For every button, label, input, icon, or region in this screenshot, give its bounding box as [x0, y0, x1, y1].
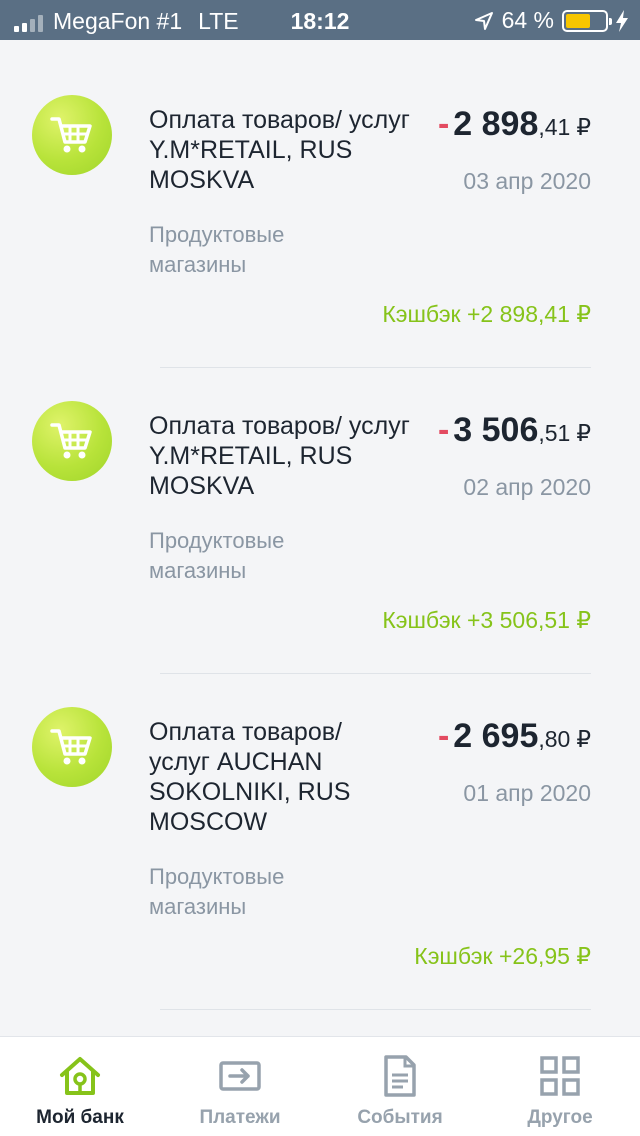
- payments-icon: [219, 1061, 261, 1091]
- tab-my-bank[interactable]: Мой банк: [0, 1037, 160, 1136]
- transaction-amount: -2 695,80 ₽: [437, 717, 591, 755]
- shopping-cart-icon: [32, 401, 112, 481]
- tab-events[interactable]: События: [320, 1037, 480, 1136]
- battery-icon: [562, 9, 612, 32]
- transaction-amount: -3 506,51 ₽: [437, 411, 591, 449]
- transaction-amount: -2 898,41 ₽: [437, 105, 591, 143]
- tab-label: События: [357, 1107, 443, 1128]
- transaction-item[interactable]: Оплата товаров/ услуг Y.M*RETAIL, RUS MO…: [0, 346, 640, 674]
- divider: [160, 1009, 591, 1010]
- document-icon: [384, 1055, 416, 1097]
- battery-percent: 64 %: [501, 7, 554, 33]
- transaction-category: Продуктовые магазины: [149, 528, 285, 583]
- transaction-date: 01 апр 2020: [463, 780, 591, 806]
- transaction-item[interactable]: Оплата товаров/ услуг AUCHAN SOKOLNIKI, …: [0, 652, 640, 1012]
- shopping-cart-icon: [32, 707, 112, 787]
- transaction-title: Оплата товаров/ услуг Y.M*RETAIL, RUS MO…: [149, 106, 410, 194]
- home-icon: [60, 1057, 100, 1095]
- charging-bolt-icon: [616, 9, 628, 32]
- tab-label: Платежи: [199, 1107, 281, 1128]
- transaction-date: 03 апр 2020: [463, 168, 591, 194]
- location-arrow-icon: [474, 11, 493, 30]
- cashback-amount: Кэшбэк +2 898,41 ₽: [382, 301, 591, 327]
- status-bar: MegaFon #1 LTE 18:12 64 %: [0, 0, 640, 40]
- transaction-title: Оплата товаров/ услуг Y.M*RETAIL, RUS MO…: [149, 412, 410, 500]
- tab-other[interactable]: Другое: [480, 1037, 640, 1136]
- shopping-cart-icon: [32, 95, 112, 175]
- tab-payments[interactable]: Платежи: [160, 1037, 320, 1136]
- grid-icon: [540, 1056, 580, 1096]
- tab-label: Другое: [527, 1107, 593, 1128]
- tab-label: Мой банк: [36, 1107, 124, 1128]
- bottom-tab-bar: Мой банк Платежи События Другое: [0, 1036, 640, 1136]
- transaction-item[interactable]: Оплата товаров/ услуг Y.M*RETAIL, RUS MO…: [0, 40, 640, 368]
- transaction-date: 02 апр 2020: [463, 474, 591, 500]
- cashback-amount: Кэшбэк +3 506,51 ₽: [382, 607, 591, 633]
- transaction-category: Продуктовые магазины: [149, 222, 285, 277]
- transaction-title: Оплата товаров/ услуг AUCHAN SOKOLNIKI, …: [149, 718, 351, 836]
- transaction-list[interactable]: Оплата товаров/ услуг Y.M*RETAIL, RUS MO…: [0, 40, 640, 1036]
- cashback-amount: Кэшбэк +26,95 ₽: [414, 943, 591, 969]
- transaction-category: Продуктовые магазины: [149, 864, 285, 919]
